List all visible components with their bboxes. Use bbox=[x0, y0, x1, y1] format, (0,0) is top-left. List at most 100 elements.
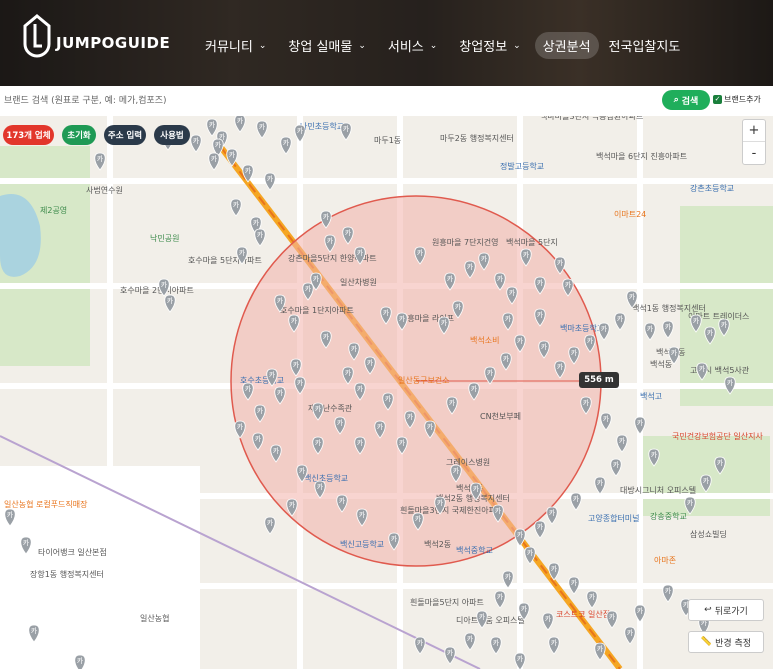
business-marker[interactable]: 카 bbox=[312, 402, 324, 421]
business-marker[interactable]: 카 bbox=[534, 520, 546, 539]
business-marker[interactable]: 카 bbox=[696, 362, 708, 381]
usage-button[interactable]: 사용법 bbox=[154, 125, 190, 145]
business-marker[interactable]: 카 bbox=[500, 352, 512, 371]
business-marker[interactable]: 카 bbox=[494, 272, 506, 291]
nav-listings[interactable]: 창업 실매물 ⌄ bbox=[288, 36, 365, 55]
business-marker[interactable]: 카 bbox=[288, 314, 300, 333]
business-marker[interactable]: 카 bbox=[452, 300, 464, 319]
business-marker[interactable]: 카 bbox=[644, 322, 656, 341]
business-marker[interactable]: 카 bbox=[190, 134, 202, 153]
business-marker[interactable]: 카 bbox=[388, 532, 400, 551]
business-marker[interactable]: 카 bbox=[252, 432, 264, 451]
business-marker[interactable]: 카 bbox=[624, 626, 636, 645]
business-marker[interactable]: 카 bbox=[438, 316, 450, 335]
business-marker[interactable]: 카 bbox=[542, 612, 554, 631]
business-marker[interactable]: 카 bbox=[234, 420, 246, 439]
business-marker[interactable]: 카 bbox=[594, 476, 606, 495]
logo[interactable]: JUMPOGUIDE bbox=[22, 14, 170, 60]
business-marker[interactable]: 카 bbox=[690, 314, 702, 333]
business-marker[interactable]: 카 bbox=[450, 464, 462, 483]
business-marker[interactable]: 카 bbox=[254, 404, 266, 423]
business-marker[interactable]: 카 bbox=[356, 508, 368, 527]
business-marker[interactable]: 카 bbox=[468, 382, 480, 401]
business-marker[interactable]: 카 bbox=[598, 322, 610, 341]
business-marker[interactable]: 카 bbox=[290, 358, 302, 377]
business-marker[interactable]: 카 bbox=[492, 504, 504, 523]
nav-market-analysis[interactable]: 상권분석 bbox=[534, 32, 599, 59]
business-marker[interactable]: 카 bbox=[274, 294, 286, 313]
business-marker[interactable]: 카 bbox=[28, 624, 40, 643]
business-marker[interactable]: 카 bbox=[294, 124, 306, 143]
business-marker[interactable]: 카 bbox=[254, 228, 266, 247]
nav-startup-info[interactable]: 창업정보 ⌄ bbox=[459, 36, 520, 55]
business-marker[interactable]: 카 bbox=[606, 610, 618, 629]
business-marker[interactable]: 카 bbox=[302, 282, 314, 301]
business-marker[interactable]: 카 bbox=[286, 498, 298, 517]
map-canvas[interactable]: 나민초등학교 마두1동 마두2동 행정복지센터 백마마을3단지 극동삼환아파트 … bbox=[0, 86, 773, 669]
business-marker[interactable]: 카 bbox=[470, 482, 482, 501]
business-marker[interactable]: 카 bbox=[208, 152, 220, 171]
business-marker[interactable]: 카 bbox=[274, 386, 286, 405]
business-marker[interactable]: 카 bbox=[424, 420, 436, 439]
business-marker[interactable]: 카 bbox=[230, 198, 242, 217]
checkbox-checked-icon[interactable]: ✓ bbox=[713, 95, 722, 104]
business-marker[interactable]: 카 bbox=[648, 448, 660, 467]
business-marker[interactable]: 카 bbox=[562, 278, 574, 297]
business-marker[interactable]: 카 bbox=[634, 604, 646, 623]
business-marker[interactable]: 카 bbox=[296, 464, 308, 483]
business-marker[interactable]: 카 bbox=[354, 436, 366, 455]
business-marker[interactable]: 카 bbox=[236, 246, 248, 265]
business-marker[interactable]: 카 bbox=[4, 508, 16, 527]
business-marker[interactable]: 카 bbox=[662, 584, 674, 603]
business-marker[interactable]: 카 bbox=[206, 118, 218, 137]
business-marker[interactable]: 카 bbox=[354, 246, 366, 265]
business-marker[interactable]: 카 bbox=[586, 590, 598, 609]
zoom-in-button[interactable]: + bbox=[743, 120, 765, 142]
business-marker[interactable]: 카 bbox=[600, 412, 612, 431]
business-marker[interactable]: 카 bbox=[434, 496, 446, 515]
business-marker[interactable]: 카 bbox=[584, 334, 596, 353]
business-marker[interactable]: 카 bbox=[520, 248, 532, 267]
search-button[interactable]: ⌕ 검색 bbox=[662, 90, 710, 110]
business-marker[interactable]: 카 bbox=[264, 516, 276, 535]
business-marker[interactable]: 카 bbox=[444, 646, 456, 665]
business-marker[interactable]: 카 bbox=[476, 610, 488, 629]
nav-services[interactable]: 서비스 ⌄ bbox=[388, 36, 437, 55]
business-marker[interactable]: 카 bbox=[610, 458, 622, 477]
business-marker[interactable]: 카 bbox=[242, 164, 254, 183]
business-marker[interactable]: 카 bbox=[594, 642, 606, 661]
business-marker[interactable]: 카 bbox=[554, 360, 566, 379]
business-marker[interactable]: 카 bbox=[380, 306, 392, 325]
business-marker[interactable]: 카 bbox=[570, 492, 582, 511]
business-marker[interactable]: 카 bbox=[266, 368, 278, 387]
business-marker[interactable]: 카 bbox=[412, 512, 424, 531]
business-marker[interactable]: 카 bbox=[280, 136, 292, 155]
brand-search-input[interactable] bbox=[4, 92, 654, 110]
nav-bid-map[interactable]: 전국입찰지도 bbox=[609, 36, 681, 55]
business-marker[interactable]: 카 bbox=[518, 602, 530, 621]
business-marker[interactable]: 카 bbox=[374, 420, 386, 439]
business-marker[interactable]: 카 bbox=[662, 320, 674, 339]
business-marker[interactable]: 카 bbox=[568, 346, 580, 365]
business-marker[interactable]: 카 bbox=[616, 434, 628, 453]
business-marker[interactable]: 카 bbox=[546, 506, 558, 525]
business-marker[interactable]: 카 bbox=[382, 392, 394, 411]
business-marker[interactable]: 카 bbox=[514, 652, 526, 669]
business-marker[interactable]: 카 bbox=[256, 120, 268, 139]
business-marker[interactable]: 카 bbox=[668, 346, 680, 365]
business-marker[interactable]: 카 bbox=[548, 636, 560, 655]
business-marker[interactable]: 카 bbox=[314, 480, 326, 499]
back-button[interactable]: ↩ 뒤로가기 bbox=[688, 599, 764, 621]
business-marker[interactable]: 카 bbox=[724, 376, 736, 395]
business-marker[interactable]: 카 bbox=[226, 148, 238, 167]
business-marker[interactable]: 카 bbox=[324, 234, 336, 253]
business-marker[interactable]: 카 bbox=[164, 294, 176, 313]
business-marker[interactable]: 카 bbox=[554, 256, 566, 275]
business-marker[interactable]: 카 bbox=[94, 152, 106, 171]
business-marker[interactable]: 카 bbox=[158, 278, 170, 297]
business-marker[interactable]: 카 bbox=[234, 114, 246, 133]
business-marker[interactable]: 카 bbox=[74, 654, 86, 669]
business-marker[interactable]: 카 bbox=[320, 210, 332, 229]
business-marker[interactable]: 카 bbox=[342, 226, 354, 245]
nav-community[interactable]: 커뮤니티 ⌄ bbox=[205, 36, 266, 55]
